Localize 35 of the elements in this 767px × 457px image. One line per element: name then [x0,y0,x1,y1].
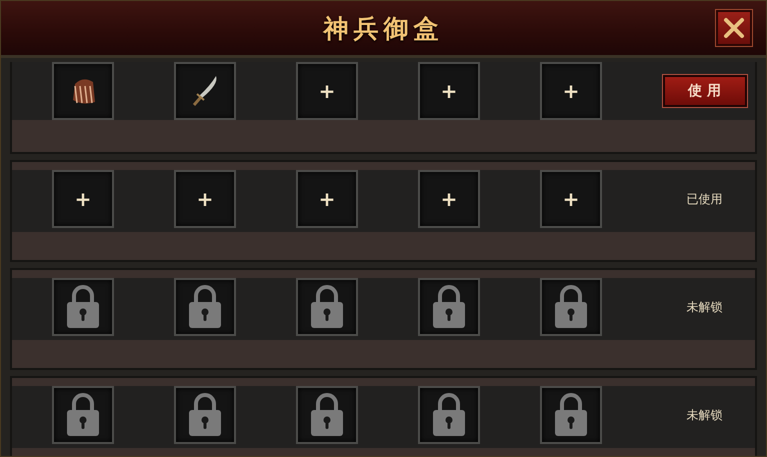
empty-slot[interactable]: + [540,62,602,120]
window-title: 神兵御盒 [324,12,444,44]
status-label: 未解锁 [686,298,722,316]
plus-sign: + [318,187,336,211]
padlock-icon [554,285,588,329]
empty-slot[interactable]: + [296,62,358,120]
padlock-icon [310,393,344,437]
plus-sign: + [562,187,580,211]
padlock-icon [432,393,466,437]
plus-sign: + [318,79,336,103]
plus-sign: + [562,79,580,103]
empty-slot[interactable]: + [418,62,480,120]
plus-sign: + [74,187,92,211]
empty-slot[interactable]: + [540,170,602,228]
item-slot[interactable] [52,62,114,120]
close-icon [723,17,745,39]
plus-sign: + [196,187,214,211]
empty-slot[interactable]: + [174,170,236,228]
padlock-icon [554,393,588,437]
padlock-icon [188,285,222,329]
status-label: 已使用 [686,190,722,208]
padlock-icon [66,393,100,437]
empty-slot[interactable]: + [296,170,358,228]
item-slot[interactable] [174,62,236,120]
use-button[interactable]: 使 用 [662,75,746,107]
padlock-icon [66,285,100,329]
plus-sign: + [440,187,458,211]
padlock-icon [188,393,222,437]
close-button[interactable] [716,10,752,46]
empty-slot[interactable]: + [418,170,480,228]
padlock-icon [310,285,344,329]
status-label: 未解锁 [686,406,722,424]
padlock-icon [432,285,466,329]
empty-slot[interactable]: + [52,170,114,228]
plus-sign: + [440,79,458,103]
